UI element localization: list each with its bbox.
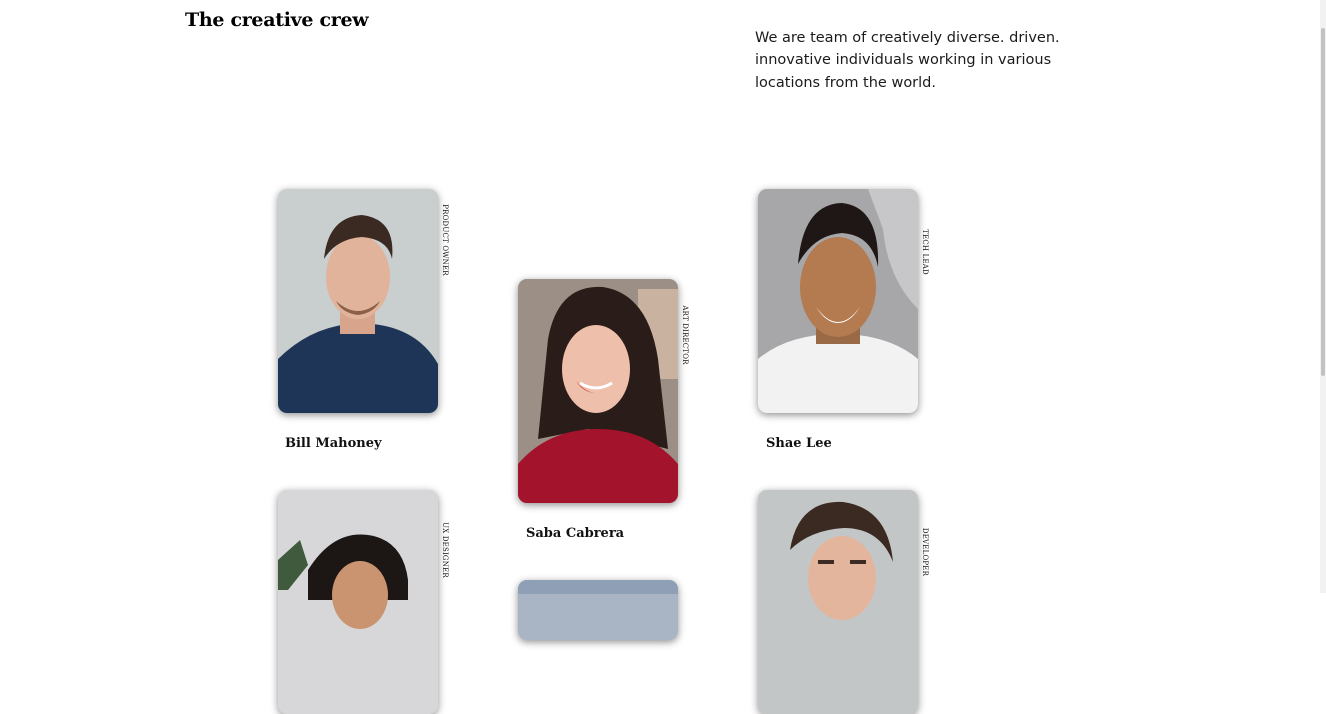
section-title: The creative crew <box>185 8 369 31</box>
scrollbar[interactable] <box>1320 0 1326 593</box>
team-member-photo[interactable] <box>518 580 678 640</box>
team-member-photo[interactable] <box>278 490 438 714</box>
team-member-name: Shae Lee <box>766 436 832 451</box>
scrollbar-thumb[interactable] <box>1321 28 1325 376</box>
team-member-photo[interactable] <box>758 490 918 714</box>
team-member-photo[interactable] <box>518 279 678 503</box>
team-member-name: Bill Mahoney <box>285 436 382 451</box>
team-member-photo[interactable] <box>278 189 438 413</box>
team-member-name: Saba Cabrera <box>526 526 625 541</box>
team-member-photo[interactable] <box>758 189 918 413</box>
team-member-role: Art Director <box>681 305 689 365</box>
team-member-role: Product Owner <box>441 204 449 276</box>
team-member-role: Developer <box>921 527 929 577</box>
team-member-role: UX Designer <box>441 522 449 578</box>
section-intro: We are team of creatively diverse. drive… <box>755 29 1060 91</box>
team-member-role: Tech Lead <box>921 229 929 275</box>
